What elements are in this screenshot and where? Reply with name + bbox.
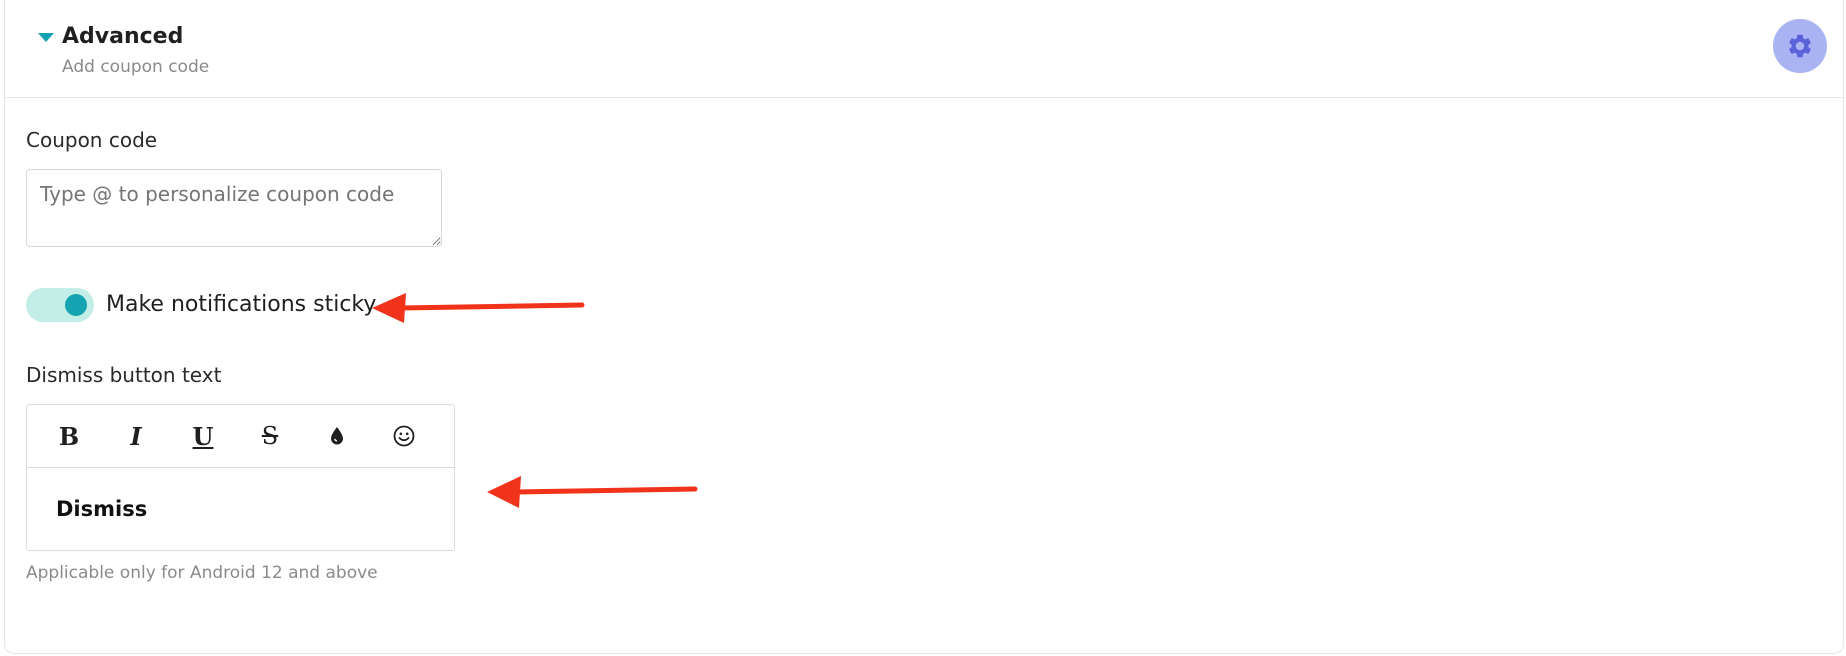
toggle-knob [65,294,87,316]
coupon-code-label: Coupon code [26,128,158,152]
annotation-arrow-editor [487,476,698,508]
strikethrough-button[interactable]: S [250,417,290,455]
bold-button[interactable]: B [49,417,89,455]
coupon-code-input[interactable] [26,169,442,247]
dismiss-text-editor: B I U S Dismiss [26,404,455,551]
caret-down-icon[interactable] [38,33,54,42]
section-subtitle: Add coupon code [62,57,210,77]
dismiss-text-content[interactable]: Dismiss [56,497,147,521]
section-title: Advanced [62,24,184,49]
sticky-notifications-label: Make notifications sticky [106,292,377,317]
smiley-icon [393,425,415,447]
ink-drop-icon [331,427,343,445]
editor-toolbar: B I U S [27,405,454,468]
annotation-arrow-toggle [372,293,585,323]
underline-button[interactable]: U [183,417,223,455]
advanced-panel: Advanced Add coupon code Coupon code Mak… [4,0,1844,654]
section-header[interactable]: Advanced Add coupon code [5,0,1843,98]
settings-button[interactable] [1773,19,1827,73]
text-color-button[interactable] [317,417,357,455]
italic-button[interactable]: I [116,417,156,455]
emoji-button[interactable] [384,417,424,455]
gear-icon [1789,34,1811,58]
dismiss-button-text-label: Dismiss button text [26,363,222,387]
sticky-notifications-toggle[interactable] [26,288,94,322]
dismiss-help-text: Applicable only for Android 12 and above [26,563,378,583]
